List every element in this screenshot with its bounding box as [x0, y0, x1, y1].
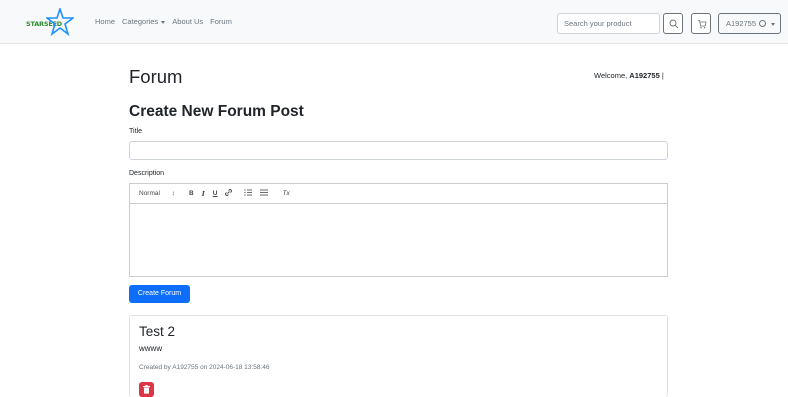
- link-button[interactable]: [225, 189, 233, 198]
- delete-post-button[interactable]: [139, 382, 154, 397]
- trash-icon: [143, 385, 150, 394]
- caret-down-icon: [161, 20, 166, 24]
- description-label: Description: [129, 170, 165, 177]
- clear-format-button[interactable]: Tx: [282, 190, 289, 197]
- italic-button[interactable]: I: [202, 190, 205, 198]
- nav-link-home[interactable]: Home: [95, 17, 115, 26]
- post-body: wwww: [139, 344, 163, 353]
- ordered-list-icon: [244, 189, 253, 196]
- welcome-prefix: Welcome,: [594, 71, 630, 80]
- editor-toolbar: Normal ↕ B I U Tx: [129, 183, 668, 204]
- create-forum-button[interactable]: Create Forum: [129, 285, 190, 303]
- ordered-list-button[interactable]: [244, 189, 253, 198]
- search-input[interactable]: Search your product: [557, 13, 660, 34]
- welcome-message: Welcome, A192755 |: [594, 71, 664, 80]
- description-editor[interactable]: [129, 204, 668, 277]
- welcome-suffix: |: [659, 71, 664, 80]
- search-button[interactable]: [663, 13, 683, 34]
- caret-down-icon: [771, 22, 776, 26]
- title-input[interactable]: [129, 141, 668, 160]
- star-icon: [46, 8, 74, 36]
- search-icon: [669, 19, 679, 29]
- format-select[interactable]: Normal ↕: [139, 190, 175, 197]
- nav-links: Home Categories About Us Forum: [95, 17, 239, 26]
- forum-post-card: Test 2 wwww Created by A192755 on 2024-0…: [129, 315, 668, 397]
- page-title: Forum: [129, 66, 183, 87]
- user-circle-icon: [759, 20, 767, 27]
- underline-button[interactable]: U: [213, 190, 218, 197]
- post-meta: Created by A192755 on 2024-06-18 13:58:4…: [139, 364, 270, 371]
- nav-link-categories[interactable]: Categories: [122, 17, 166, 26]
- link-icon: [225, 189, 233, 196]
- post-title: Test 2: [139, 324, 176, 339]
- create-post-heading: Create New Forum Post: [129, 103, 304, 120]
- nav-link-categories-label: Categories: [122, 17, 159, 26]
- nav-link-about[interactable]: About Us: [172, 17, 203, 26]
- format-select-value: Normal: [139, 190, 160, 197]
- navbar: STARSEED Home Categories About Us Forum …: [0, 0, 788, 44]
- select-arrows-icon: ↕: [171, 190, 176, 197]
- bold-button[interactable]: B: [189, 190, 194, 197]
- cart-button[interactable]: [691, 13, 711, 34]
- cart-icon: [698, 20, 707, 29]
- user-menu-label: A192755: [726, 19, 757, 28]
- welcome-username: A192755: [629, 71, 660, 80]
- title-label: Title: [129, 128, 142, 135]
- bullet-list-button[interactable]: [260, 189, 269, 198]
- user-menu-button[interactable]: A192755: [718, 13, 781, 34]
- nav-link-forum[interactable]: Forum: [210, 17, 232, 26]
- bullet-list-icon: [260, 189, 269, 196]
- brand-logo[interactable]: STARSEED: [26, 8, 74, 38]
